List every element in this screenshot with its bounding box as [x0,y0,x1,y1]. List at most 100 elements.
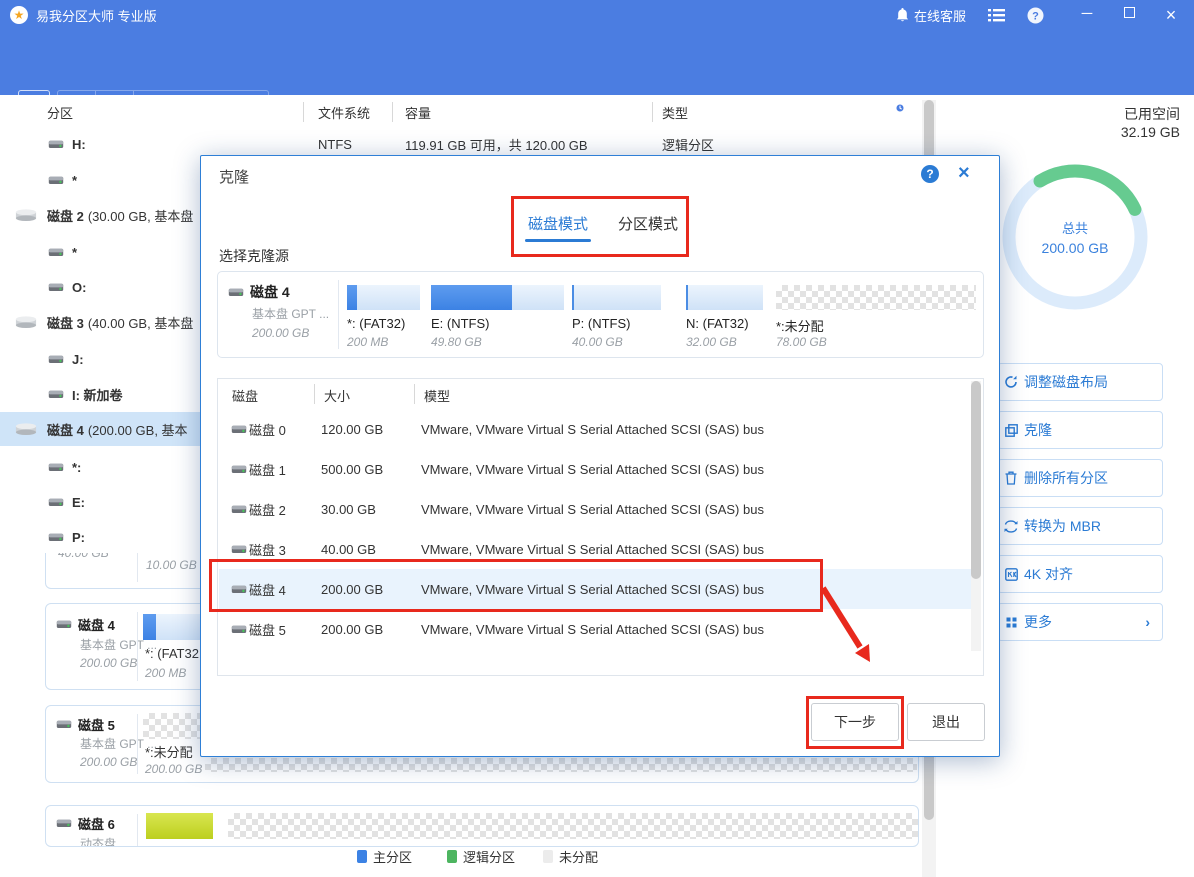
operations-list-button[interactable] [988,9,1005,22]
4k-align-button[interactable]: 4K 对齐 [997,555,1163,593]
help-icon: ? [1027,7,1044,24]
type-value: 逻辑分区 [662,135,714,154]
unallocated-bar [228,813,918,839]
more-button[interactable]: 更多 › [997,603,1163,641]
source-partition-4: *:未分配 78.00 GB [776,272,976,357]
used-space-label: 已用空间 32.19 GB [1040,104,1180,140]
disk-icon [48,174,64,186]
active-tab-underline [525,239,591,242]
legend-unallocated: 未分配 [543,847,598,866]
disk-table-row-3[interactable]: 磁盘 3 40.00 GB VMware, VMware Virtual S S… [219,529,971,569]
next-button[interactable]: 下一步 [811,703,899,741]
app-window: ★ 易我分区大师 专业版 在线客服 ? ─ × [0,0,1194,877]
disk-table-row-0[interactable]: 磁盘 0 120.00 GB VMware, VMware Virtual S … [219,409,971,449]
disk-icon [48,531,64,543]
tab-partition-mode[interactable]: 分区模式 [618,213,678,234]
disk-table-row-4-selected[interactable]: 磁盘 4 200.00 GB VMware, VMware Virtual S … [219,569,971,609]
disk-icon [48,388,64,400]
fs-value: NTFS [318,137,352,152]
app-logo-icon: ★ [10,6,28,24]
play-icon [146,101,154,111]
minimize-button[interactable]: ─ [1072,5,1102,26]
tab-disk-mode[interactable]: 磁盘模式 [528,213,588,234]
clone-button[interactable]: 克隆 [808,94,860,114]
online-service-button[interactable]: 在线客服 [896,6,966,25]
list-icon [988,9,1005,22]
table-scrollbar[interactable] [971,381,981,651]
legend-logical: 逻辑分区 [447,847,515,866]
source-partition-3: N: (FAT32) 32.00 GB [686,272,763,357]
header-disk: 磁盘 [232,386,258,405]
pending-operations-label: 没有待执行操作 [160,97,251,116]
adjust-layout-icon [998,375,1024,389]
redo-icon [107,100,123,113]
disk-table-row-1[interactable]: 磁盘 1 500.00 GB VMware, VMware Virtual S … [219,449,971,489]
disk3d-icon [15,422,37,436]
logical-color-swatch [447,850,457,863]
pending-operations-button[interactable]: 没有待执行操作 [134,97,263,116]
clone-dialog: 克隆 ? × 磁盘模式 分区模式 选择克隆源 磁盘 4 基本盘 GPT ... … [200,155,1000,757]
table-scrollbar-thumb[interactable] [971,381,981,579]
disk3d-icon [15,315,37,329]
adjust-layout-button[interactable]: 调整磁盘布局 [997,363,1163,401]
header-size: 大小 [324,386,350,405]
dialog-close-button[interactable]: × [958,164,970,182]
app-title: 易我分区大师 专业版 [36,6,157,25]
boot-disk-icon [994,96,1010,112]
clone-icon [998,424,1024,437]
clone-source-disk[interactable]: 磁盘 4 基本盘 GPT ... 200.00 GB *: (FAT32) 20… [217,271,984,358]
trash-icon [998,471,1024,485]
column-type: 类型 [662,103,688,122]
maximize-button[interactable] [1114,5,1144,26]
svg-text:?: ? [1032,10,1039,22]
simple-volume-bar [146,813,213,839]
disk-icon [231,543,247,555]
unallocated-color-swatch [543,850,553,863]
4k-align-icon [998,568,1024,581]
source-partition-2: P: (NTFS) 40.00 GB [572,272,661,357]
history-group: 没有待执行操作 [57,90,269,122]
unallocated-bar [205,758,917,772]
refresh-button[interactable] [18,90,50,122]
redo-button[interactable] [96,91,133,121]
column-filesystem: 文件系统 [318,103,370,122]
maximize-icon [1124,7,1135,18]
convert-icon [998,520,1024,533]
disk-icon [228,286,244,298]
clone-disk-button[interactable]: 克隆 [997,411,1163,449]
disk-table-row-2[interactable]: 磁盘 2 30.00 GB VMware, VMware Virtual S S… [219,489,971,529]
capacity-value: 119.91 GB 可用，共 120.00 GB [405,135,588,154]
convert-to-mbr-button[interactable]: 转换为 MBR [997,507,1163,545]
dialog-help-button[interactable]: ? [921,165,939,183]
delete-all-partitions-button[interactable]: 删除所有分区 [997,459,1163,497]
disk-icon [231,583,247,595]
exit-button[interactable]: 退出 [907,703,985,741]
source-label: 选择克隆源 [219,246,289,266]
disk-icon [48,138,64,150]
disk6-card[interactable]: 磁盘 6 动态盘 [45,805,919,847]
help-button[interactable]: ? [1027,7,1044,24]
disk-icon [231,623,247,635]
bell-icon [896,8,909,22]
disk-icon [231,463,247,475]
source-partition-0: *: (FAT32) 200 MB [347,272,420,357]
source-partition-1: E: (NTFS) 49.80 GB [431,272,564,357]
disk-icon [56,618,72,630]
disk-icon [56,817,72,829]
disk-table-row-5[interactable]: 磁盘 5 200.00 GB VMware, VMware Virtual S … [219,609,971,649]
title-bar: ★ 易我分区大师 专业版 在线客服 ? ─ × [0,0,1194,30]
primary-color-swatch [357,850,367,863]
chevron-right-icon: › [1145,614,1150,630]
more-icon [998,617,1024,628]
disk-icon [48,353,64,365]
disk-icon [56,718,72,730]
close-button[interactable]: × [1156,5,1186,26]
donut-center-label: 总共 200.00 GB [995,218,1155,256]
disk-table: 磁盘 大小 模型 磁盘 0 120.00 GB VMware, VMware V… [217,378,984,676]
toolbar: 没有待执行操作 迁移操作系统 克隆 分区恢复 创建启动盘 工具 [0,30,1194,95]
refresh-icon [27,99,42,114]
disk-icon [48,496,64,508]
disk-icon [231,423,247,435]
partition-recovery-icon [886,96,905,113]
clone-icon [808,96,825,113]
